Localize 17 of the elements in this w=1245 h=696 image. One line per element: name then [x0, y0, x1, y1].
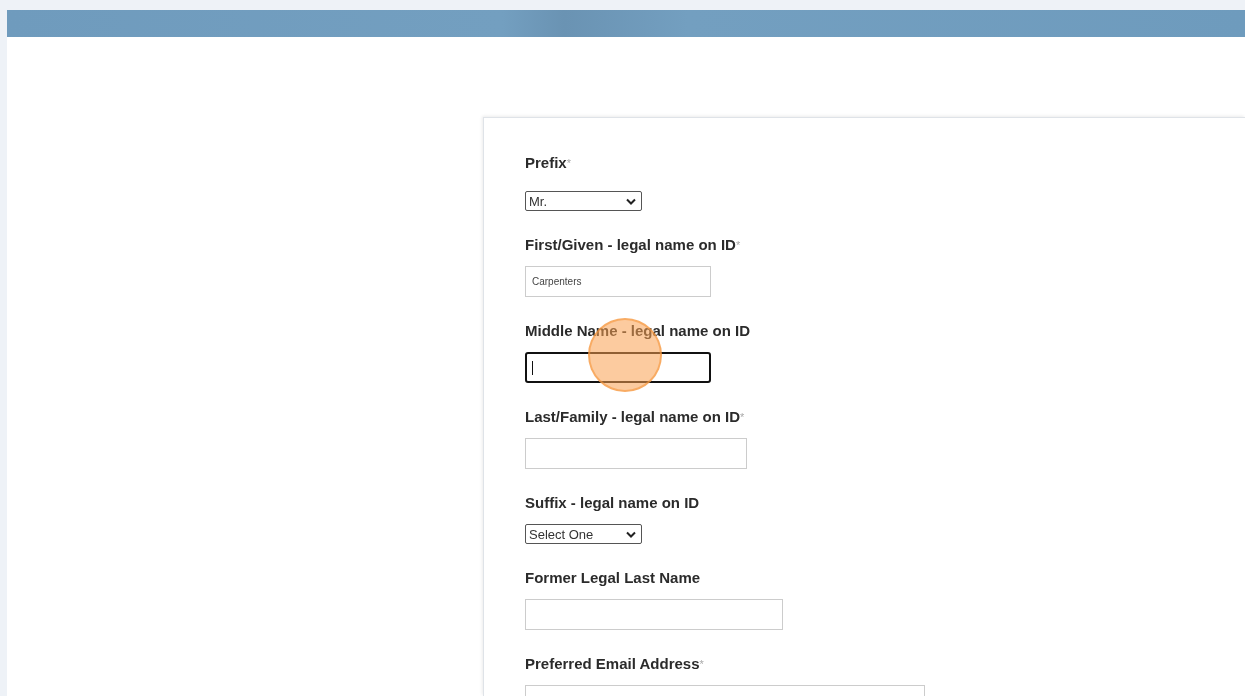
required-mark: *	[566, 157, 571, 169]
dropdown[interactable]: Mr.	[525, 191, 642, 211]
field-label: Last/Family - legal name on ID	[525, 408, 741, 425]
chevron-down-icon	[626, 530, 636, 538]
dropdown[interactable]: Select One	[525, 524, 642, 544]
field-label: Preferred Email Address	[525, 655, 700, 672]
required-mark: *	[740, 411, 745, 423]
field-label: Former Legal Last Name	[525, 569, 701, 586]
field-label: First/Given - legal name on ID	[525, 236, 736, 253]
chevron-down-icon	[626, 197, 636, 205]
field-label: Middle Name - legal name on ID	[525, 322, 751, 339]
input-field[interactable]: Carpenters	[525, 266, 711, 297]
field-label: Suffix - legal name on ID	[525, 494, 700, 511]
required-mark: *	[699, 658, 704, 670]
required-mark: *	[735, 239, 741, 251]
field-label: Prefix	[525, 154, 567, 171]
input-field[interactable]	[525, 352, 711, 383]
